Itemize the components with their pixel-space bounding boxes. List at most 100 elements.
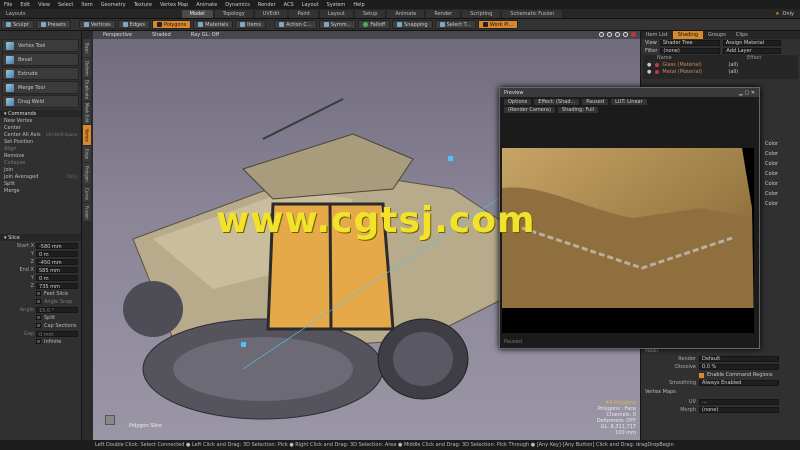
symmetry-button[interactable]: Symm... (318, 20, 357, 29)
tab-scripting[interactable]: Scripting (462, 9, 501, 18)
materials-mode-button[interactable]: Materials (193, 20, 234, 29)
tab-model[interactable]: Model (181, 9, 213, 18)
cmd-join-averaged[interactable]: Join Averaged Ctrl-J (0, 173, 81, 180)
split-checkbox[interactable]: Split (0, 314, 81, 321)
preview-shading-dropdown[interactable]: Shading: Full (557, 106, 599, 113)
slice-end-handle[interactable] (448, 156, 453, 161)
preview-window[interactable]: Preview ▁ ▢ ✕ Options Effect: (Shad... P… (499, 87, 760, 349)
menu-view[interactable]: View (34, 2, 54, 8)
work-plane-button[interactable]: Work Pl... (477, 20, 519, 29)
side-tab-mesh-edit[interactable]: Mesh Edit (83, 102, 91, 124)
preview-pause-button[interactable]: Paused (582, 98, 609, 105)
menu-dynamics[interactable]: Dynamics (221, 2, 254, 8)
minimize-icon[interactable]: ▁ (739, 90, 743, 96)
side-tab-vertex[interactable]: Vertex (83, 125, 91, 145)
view-dropdown[interactable]: Shader Tree (659, 40, 720, 46)
end-x-input[interactable]: 585 mm (36, 266, 78, 274)
cap-sections-checkbox[interactable]: Cap Sections (0, 322, 81, 329)
vertices-mode-button[interactable]: Vertices (78, 20, 116, 29)
start-z-input[interactable]: -450 mm (36, 258, 78, 266)
cmd-join[interactable]: Join (0, 166, 81, 173)
side-tab-fusion[interactable]: Fusion (83, 203, 91, 221)
menu-layout[interactable]: Layout (298, 2, 323, 8)
viewport-close-icon[interactable] (631, 32, 636, 37)
tab-layout[interactable]: Layout (319, 9, 353, 18)
viewport-shading-menu[interactable]: Shaded (142, 32, 181, 38)
preview-lut-dropdown[interactable]: LUT: Linear (611, 98, 647, 105)
shader-row-metal[interactable]: ● Metal (Material) (all) (643, 68, 798, 75)
cmd-new-vertex[interactable]: New Vertex (0, 117, 81, 124)
slice-header[interactable]: ▾ Slice (0, 234, 81, 241)
angle-input[interactable]: 15.0 ° (36, 306, 78, 314)
checkbox-checked[interactable] (699, 372, 704, 378)
viewport-rotate-icon[interactable] (607, 32, 612, 37)
cmd-center-all-axis[interactable]: Center All Axis Ctrl-Shift-Space (0, 131, 81, 138)
side-tab-edge[interactable]: Edge (83, 146, 91, 162)
start-y-input[interactable]: 0 m (36, 250, 78, 258)
items-mode-button[interactable]: Items (235, 20, 267, 29)
bevel-tool-button[interactable]: Bevel (2, 53, 79, 66)
dissolve-input[interactable]: 0.0 % (699, 364, 779, 370)
smoothing-dropdown[interactable]: Always Enabled (699, 380, 779, 386)
tab-paint[interactable]: Paint (289, 9, 318, 18)
vertex-maps-label[interactable]: Vertex Maps (645, 389, 797, 398)
select-through-button[interactable]: Select T... (434, 20, 476, 29)
close-icon[interactable]: ✕ (751, 90, 755, 96)
viewport-zoom-icon[interactable] (615, 32, 620, 37)
shader-row-glass[interactable]: ● Glass (Material) (all) (643, 61, 798, 68)
menu-animate[interactable]: Animate (192, 2, 221, 8)
cmd-remove[interactable]: Remove (0, 152, 81, 159)
filter-dropdown[interactable]: (none) (660, 48, 721, 54)
viewport-raygl-menu[interactable]: Ray GL: Off (181, 32, 229, 38)
menu-edit[interactable]: Edit (16, 2, 34, 8)
tab-topology[interactable]: Topology (214, 9, 253, 18)
cmd-center[interactable]: Center (0, 124, 81, 131)
feet-slice-checkbox[interactable]: Feet Slice (0, 290, 81, 297)
presets-button[interactable]: Presets (35, 20, 71, 29)
viewport-move-icon[interactable] (599, 32, 604, 37)
menu-texture[interactable]: Texture (130, 2, 156, 8)
preview-options-button[interactable]: Options (504, 98, 532, 105)
preview-title-bar[interactable]: Preview ▁ ▢ ✕ (500, 88, 759, 97)
end-y-input[interactable]: 0 m (36, 274, 78, 282)
angle-snap-checkbox[interactable]: Angle Snap (0, 298, 81, 305)
action-center-button[interactable]: Action C... (274, 20, 317, 29)
menu-select[interactable]: Select (54, 2, 77, 8)
side-tab-polygon[interactable]: Polygon (83, 163, 91, 185)
menu-acs[interactable]: ACS (280, 2, 298, 8)
maximize-icon[interactable]: ▢ (744, 90, 749, 96)
extrude-tool-button[interactable]: Extrude (2, 67, 79, 80)
viewport-perspective-menu[interactable]: Perspective (93, 32, 142, 38)
vertex-tool-button[interactable]: Vertex Tool (2, 39, 79, 52)
cmd-merge[interactable]: Merge (0, 187, 81, 194)
preview-effect-dropdown[interactable]: Effect: (Shad... (534, 98, 580, 105)
snapping-button[interactable]: Snapping (392, 20, 433, 29)
eye-icon[interactable]: ● (647, 62, 651, 68)
tab-shading[interactable]: Shading (672, 31, 704, 39)
render-dropdown[interactable]: Default (699, 356, 779, 362)
sculpt-button[interactable]: Sculpt (1, 20, 34, 29)
viewport-maximize-icon[interactable] (623, 32, 628, 37)
star-icon[interactable]: ★ (775, 11, 779, 17)
menu-system[interactable]: System (323, 2, 350, 8)
menu-item[interactable]: Item (77, 2, 96, 8)
menu-file[interactable]: File (0, 2, 16, 8)
cmd-set-position[interactable]: Set Position (0, 138, 81, 145)
menu-geometry[interactable]: Geometry (97, 2, 130, 8)
preview-camera-dropdown[interactable]: (Render Camera) (504, 106, 555, 113)
start-x-input[interactable]: -580 mm (36, 242, 78, 250)
side-tab-curve[interactable]: Curve (83, 186, 91, 202)
menu-render[interactable]: Render (254, 2, 280, 8)
tab-item-list[interactable]: Item List (641, 31, 673, 39)
tab-schematic-fusion[interactable]: Schematic Fusion (502, 9, 563, 18)
tab-animate[interactable]: Animate (387, 9, 425, 18)
tab-groups[interactable]: Groups (703, 31, 731, 39)
gap-input[interactable]: 0 mm (36, 330, 78, 338)
tab-render[interactable]: Render (426, 9, 461, 18)
commands-header[interactable]: ▾ Commands (0, 110, 81, 117)
slice-start-handle[interactable] (241, 342, 246, 347)
edges-mode-button[interactable]: Edges (117, 20, 150, 29)
layouts-dropdown[interactable]: Layouts (0, 11, 32, 17)
tab-uvedit[interactable]: UVEdit (254, 9, 288, 18)
menu-vertex-map[interactable]: Vertex Map (156, 2, 192, 8)
